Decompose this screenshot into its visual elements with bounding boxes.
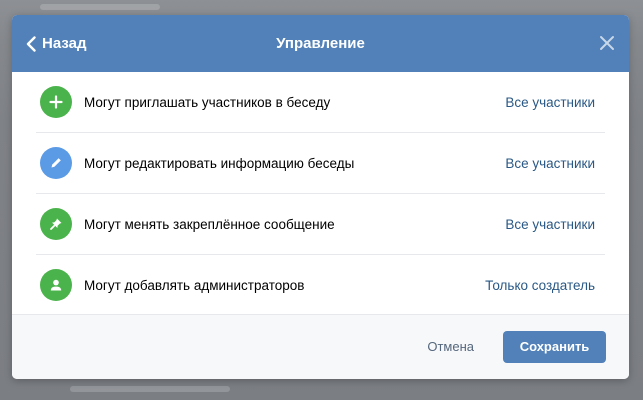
background-blur: [40, 4, 160, 10]
dialog-header: Назад Управление: [12, 15, 629, 72]
pin-icon: [40, 208, 72, 240]
permissions-list: Могут приглашать участников в беседу Все…: [12, 72, 629, 315]
permission-row-invite: Могут приглашать участников в беседу Все…: [36, 72, 605, 133]
user-icon: [40, 269, 72, 301]
permission-row-edit-info: Могут редактировать информацию беседы Вс…: [36, 133, 605, 194]
dialog-title: Управление: [276, 35, 365, 52]
permission-label: Могут менять закреплённое сообщение: [84, 216, 335, 232]
permission-label: Могут редактировать информацию беседы: [84, 155, 355, 171]
permission-row-pin: Могут менять закреплённое сообщение Все …: [36, 194, 605, 255]
permission-value-selector[interactable]: Все участники: [505, 95, 595, 110]
cancel-button[interactable]: Отмена: [427, 332, 474, 362]
dialog-footer: Отмена Сохранить: [12, 314, 629, 379]
management-dialog: Назад Управление Могут приглашать участн…: [12, 15, 629, 379]
permission-value-selector[interactable]: Все участники: [505, 217, 595, 232]
plus-icon: [40, 86, 72, 118]
permission-value-selector[interactable]: Все участники: [505, 156, 595, 171]
permission-label: Могут добавлять администраторов: [84, 277, 305, 293]
background-blur: [70, 386, 230, 392]
save-button[interactable]: Сохранить: [503, 331, 606, 363]
close-icon: [598, 36, 616, 56]
pencil-icon: [40, 147, 72, 179]
permission-row-admins: Могут добавлять администраторов Только с…: [36, 255, 605, 315]
permission-value-selector[interactable]: Только создатель: [485, 278, 595, 293]
close-button[interactable]: [598, 34, 616, 52]
permission-label: Могут приглашать участников в беседу: [84, 94, 331, 110]
